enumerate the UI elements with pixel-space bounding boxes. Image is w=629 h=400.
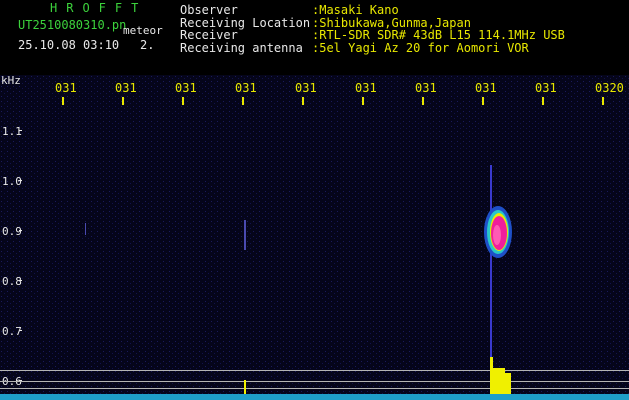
freq-tick-label: 1.0 (2, 175, 22, 188)
detection-count: 2. (140, 38, 155, 52)
freq-tick-label: 0.9 (2, 225, 22, 238)
date-time: 25.10.08 03:10 (18, 38, 120, 52)
mode-label: meteor (123, 24, 163, 37)
info-row-antenna: Receiving antenna :5el Yagi Az 20 for Ao… (180, 40, 565, 55)
app-brand: HROFFT (50, 1, 148, 15)
time-tick-label: 031 (295, 81, 317, 95)
time-tick-label: 031 (55, 81, 77, 95)
time-tick-label: 031 (355, 81, 377, 95)
time-tick-label: 031 (175, 81, 197, 95)
info-label: Receiver (180, 28, 238, 42)
time-tick-label: 031 (535, 81, 557, 95)
freq-tick-label: 0.8 (2, 275, 22, 288)
info-value: :Masaki Kano (312, 3, 399, 17)
time-tick-label: 031 (475, 81, 497, 95)
time-tick-label: 031 (415, 81, 437, 95)
info-label: Receiving antenna (180, 40, 303, 55)
spectrogram-background (0, 75, 629, 400)
time-tick-label: 031 (235, 81, 257, 95)
station-info: Observer :Masaki Kano Receiving Location… (180, 4, 565, 54)
meteor-streak (490, 165, 492, 365)
spectrogram: kHz 031 031 031 031 031 031 031 031 031 … (0, 75, 629, 400)
faint-trace (85, 223, 86, 235)
info-value: :5el Yagi Az 20 for Aomori VOR (312, 40, 529, 55)
meteor-echo (484, 206, 512, 258)
freq-tick-label: 0.7 (2, 325, 22, 338)
info-value: :RTL-SDR SDR# 43dB L15 114.1MHz USB (312, 28, 565, 42)
faint-trace (244, 220, 246, 250)
time-tick-label: 0320 (595, 81, 624, 95)
time-tick-label: 031 (115, 81, 137, 95)
file-name: UT2510080310.pn (18, 18, 127, 32)
info-row-receiver: Receiver :RTL-SDR SDR# 43dB L15 114.1MHz… (180, 29, 565, 42)
freq-unit-label: kHz (1, 75, 21, 87)
freq-tick-label: 1.1 (2, 125, 22, 138)
header-panel: HROFFT UT2510080310.pn meteor 25.10.08 0… (0, 0, 629, 75)
noise-floor (0, 394, 629, 400)
info-row-observer: Observer :Masaki Kano (180, 4, 565, 17)
info-label: Observer (180, 3, 238, 17)
